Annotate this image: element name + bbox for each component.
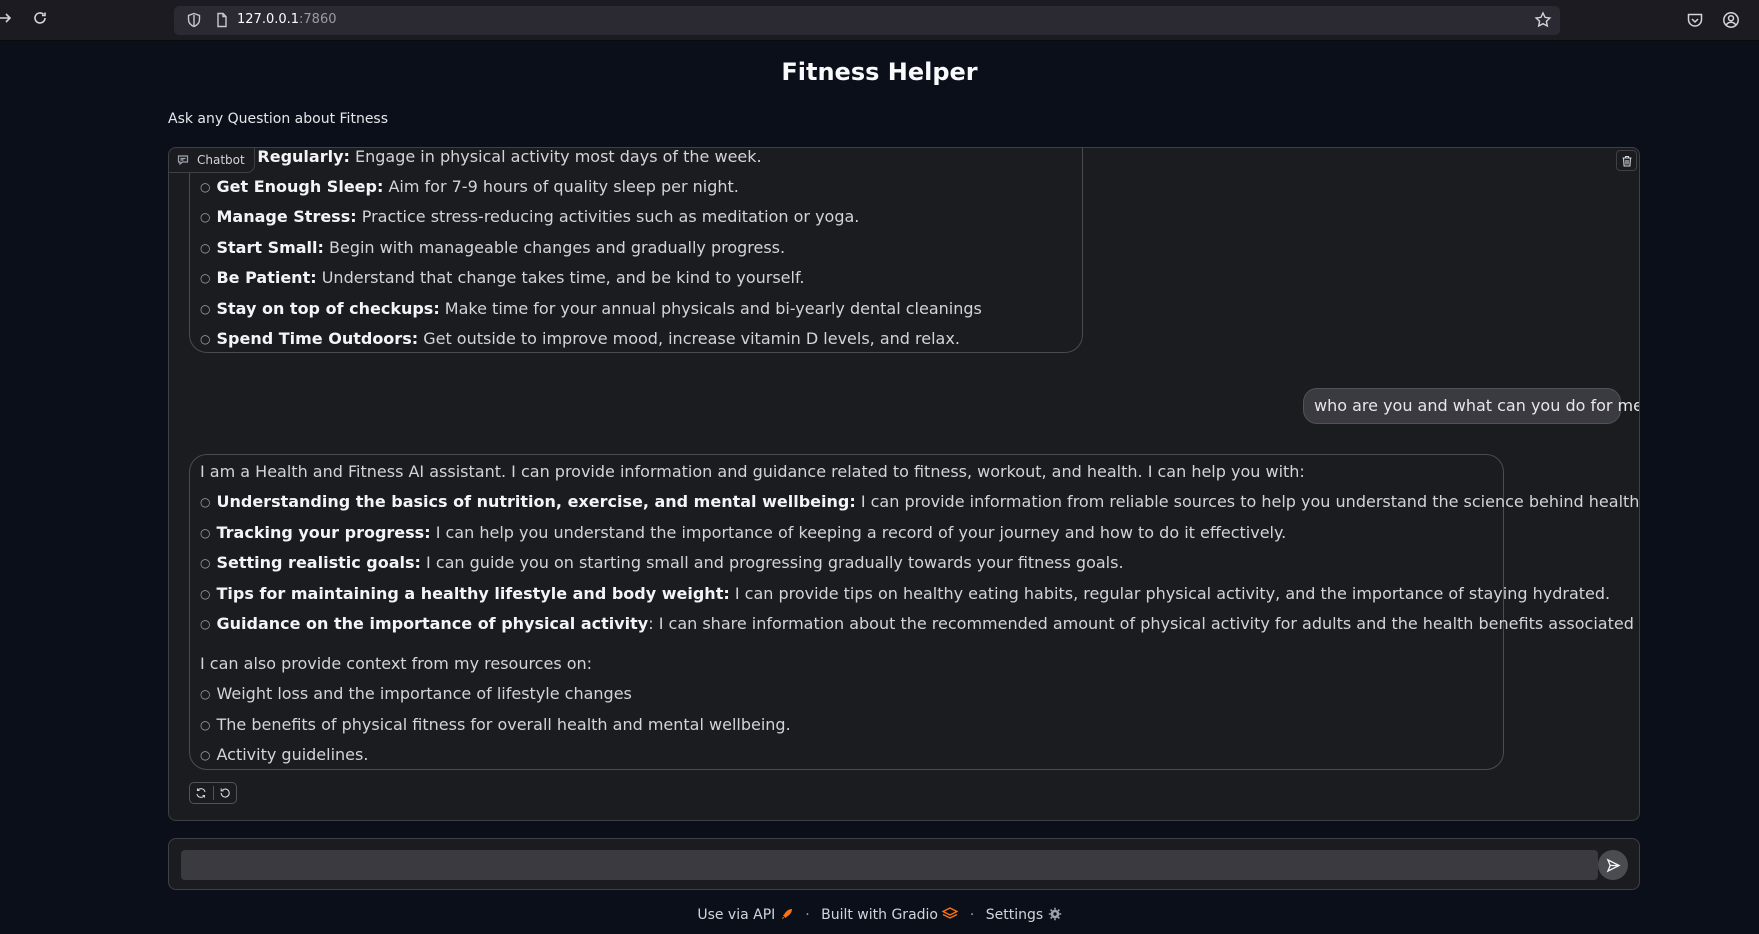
list-item: ○ Be Patient: Understand that change take…: [200, 268, 805, 287]
list-item: ○ Manage Stress: Practice stress-reducing…: [200, 207, 860, 226]
bot-message: I am a Health and Fitness AI assistant. …: [189, 454, 1639, 770]
trash-icon: [1622, 155, 1631, 167]
url-port: :7860: [299, 12, 337, 27]
message-input[interactable]: [181, 850, 1598, 880]
use-via-api-link[interactable]: Use via API: [697, 907, 798, 923]
list-item: ○ Setting realistic goals: I can guide yo…: [200, 553, 1124, 572]
undo-button[interactable]: [214, 783, 237, 803]
forward-icon[interactable]: [0, 10, 16, 32]
undo-icon: [220, 788, 230, 798]
bot-message: ○cise Regularly: Engage in physical acti…: [189, 147, 1083, 353]
chatbot-label: Chatbot: [169, 148, 255, 173]
chat-icon: [177, 155, 189, 166]
page-title: Fitness Helper: [781, 58, 978, 86]
retry-icon: [196, 788, 206, 798]
gear-icon: [1048, 907, 1062, 925]
shield-icon[interactable]: [186, 12, 202, 28]
pocket-icon[interactable]: [1686, 11, 1706, 31]
browser-toolbar: 127.0.0.1:7860: [0, 0, 1759, 41]
chatbot-label-text: Chatbot: [197, 153, 245, 167]
footer: Use via API · Built with Gradio · Settin…: [0, 907, 1759, 925]
clear-chat-button[interactable]: [1616, 150, 1637, 171]
account-icon[interactable]: [1722, 11, 1742, 31]
address-bar[interactable]: 127.0.0.1:7860: [174, 6, 1560, 35]
retry-button[interactable]: [190, 783, 213, 803]
chatbot-panel[interactable]: Chatbot ○cise Regularly: Engage in physi…: [168, 147, 1640, 821]
list-item: ○ Stay on top of checkups: Make time for …: [200, 299, 982, 318]
message-actions: [189, 782, 237, 804]
list-item: ○ Start Small: Begin with manageable chan…: [200, 238, 786, 257]
list-item: ○ Tracking your progress: I can help you …: [200, 523, 1287, 542]
built-with-gradio-link[interactable]: Built with Gradio: [821, 907, 963, 923]
message-outro: I can also provide context from my resou…: [200, 654, 593, 673]
list-item: ○ Weight loss and the importance of lifes…: [200, 684, 632, 703]
page-icon[interactable]: [214, 12, 230, 28]
user-message: who are you and what can you do for me?: [1303, 388, 1639, 424]
list-item: ○ Guidance on the importance of physical …: [200, 614, 1640, 633]
send-icon: [1606, 857, 1621, 873]
list-item: ○cise Regularly: Engage in physical acti…: [200, 147, 762, 166]
list-item: ○ Spend Time Outdoors: Get outside to imp…: [200, 329, 960, 348]
message-intro: I am a Health and Fitness AI assistant. …: [200, 462, 1305, 481]
list-item: ○ The benefits of physical fitness for ov…: [200, 715, 791, 734]
message-input-panel: [168, 838, 1640, 890]
list-item: ○ Tips for maintaining a healthy lifestyl…: [200, 584, 1611, 603]
url-host: 127.0.0.1: [237, 12, 300, 27]
bookmark-star-icon[interactable]: [1534, 11, 1552, 29]
page-description: Ask any Question about Fitness: [168, 111, 389, 127]
settings-link[interactable]: Settings: [986, 907, 1062, 923]
rocket-icon: [780, 907, 794, 925]
reload-icon[interactable]: [29, 10, 51, 32]
list-item: ○ Get Enough Sleep: Aim for 7-9 hours of …: [200, 177, 739, 196]
gradio-logo-icon: [941, 907, 960, 925]
send-button[interactable]: [1598, 850, 1628, 880]
list-item: ○ Understanding the basics of nutrition, …: [200, 492, 1640, 511]
url-text[interactable]: 127.0.0.1:7860: [237, 12, 337, 27]
list-item: ○ Activity guidelines.: [200, 745, 369, 764]
